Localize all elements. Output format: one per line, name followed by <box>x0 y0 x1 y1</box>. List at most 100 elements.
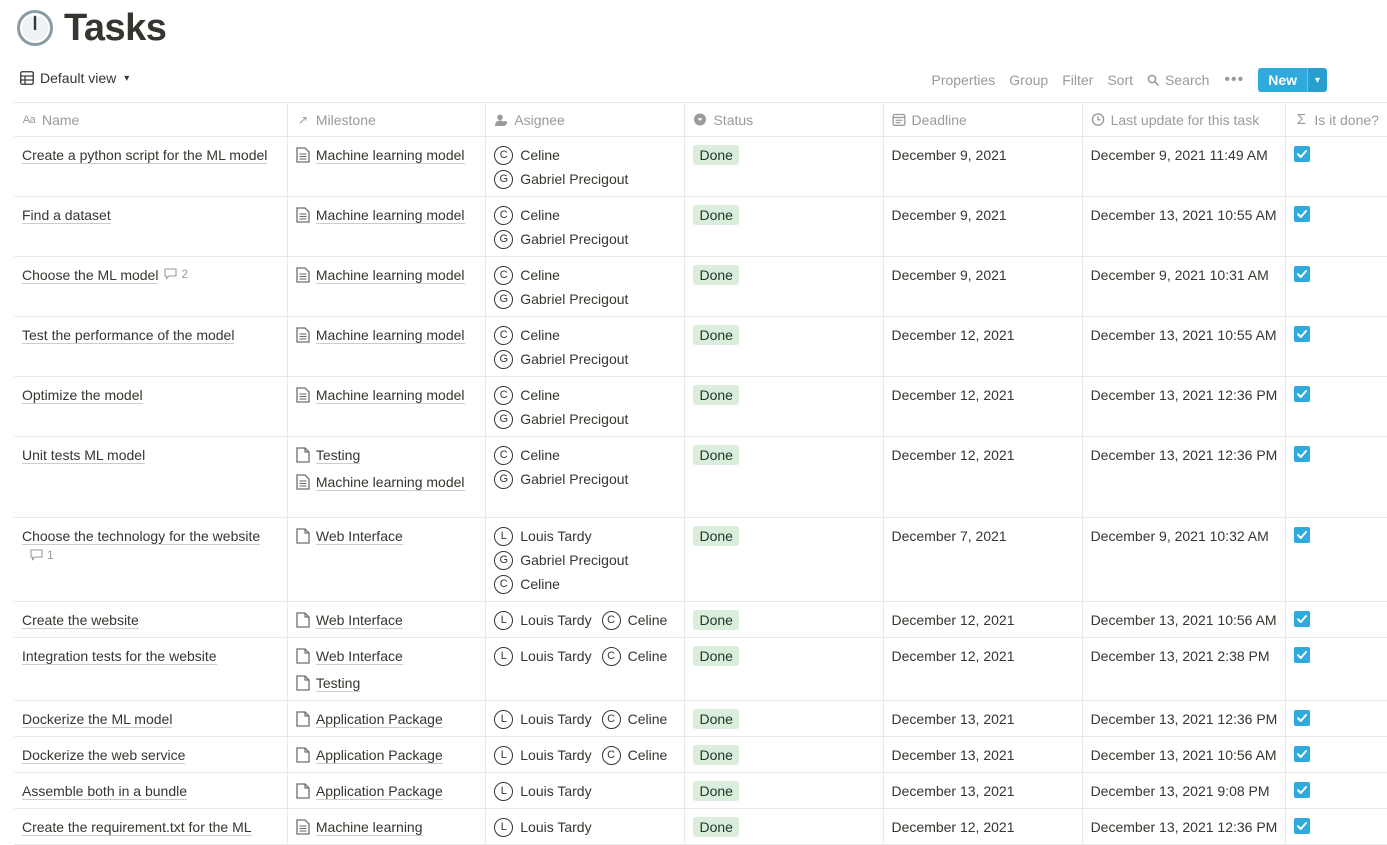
cell-deadline[interactable]: December 13, 2021 <box>883 736 1083 773</box>
task-name[interactable]: Choose the ML model <box>22 267 159 284</box>
cell-deadline[interactable]: December 13, 2021 <box>883 700 1083 737</box>
milestone-link[interactable]: Machine learning model <box>296 205 477 226</box>
more-options-icon[interactable]: ••• <box>1216 71 1252 89</box>
cell-deadline[interactable]: December 9, 2021 <box>883 196 1083 257</box>
task-name[interactable]: Unit tests ML model <box>22 447 146 464</box>
table-row[interactable]: Create a python script for the ML model M… <box>14 136 1387 197</box>
new-button[interactable]: New <box>1258 68 1307 92</box>
cell-status[interactable]: Done <box>684 772 884 809</box>
milestone-link[interactable]: Testing <box>296 673 477 694</box>
milestone-link[interactable]: Machine learning model <box>296 385 477 406</box>
cell-name[interactable]: Assemble both in a bundle <box>14 772 288 809</box>
assignee-chip[interactable]: L Louis Tardy <box>494 526 592 547</box>
comment-count[interactable]: 1 <box>30 548 54 562</box>
table-row[interactable]: Dockerize the web service Application Pac… <box>14 736 1387 773</box>
column-header-assignee[interactable]: Asignee <box>485 102 686 137</box>
cell-deadline[interactable]: December 12, 2021 <box>883 436 1083 518</box>
cell-milestone[interactable]: Web Interface <box>287 517 487 602</box>
cell-status[interactable]: Done <box>684 316 884 377</box>
cell-assignee[interactable]: C Celine G Gabriel Precigout <box>485 376 686 437</box>
cell-status[interactable]: Done <box>684 637 884 701</box>
column-header-is-done[interactable]: Σ Is it done? <box>1285 102 1387 137</box>
assignee-chip[interactable]: C Celine <box>494 205 560 226</box>
assignee-chip[interactable]: G Gabriel Precigout <box>494 469 628 490</box>
cell-assignee[interactable]: L Louis Tardy G Gabriel Precigout C Celine <box>485 517 686 602</box>
cell-name[interactable]: Test the performance of the model <box>14 316 288 377</box>
assignee-chip[interactable]: C Celine <box>601 745 667 766</box>
assignee-chip[interactable]: L Louis Tardy <box>494 781 592 802</box>
cell-status[interactable]: Done <box>684 700 884 737</box>
assignee-chip[interactable]: C Celine <box>494 325 560 346</box>
table-row[interactable]: Find a dataset Machine learning model C Cel… <box>14 196 1387 257</box>
table-row[interactable]: Create the website Web Interface L Louis Ta… <box>14 601 1387 638</box>
assignee-chip[interactable]: G Gabriel Precigout <box>494 229 628 250</box>
cell-milestone[interactable]: Web Interface Testing <box>287 637 487 701</box>
cell-assignee[interactable]: C Celine G Gabriel Precigout <box>485 436 686 518</box>
milestone-link[interactable]: Web Interface <box>296 646 477 667</box>
properties-button[interactable]: Properties <box>924 72 1002 88</box>
cell-deadline[interactable]: December 12, 2021 <box>883 316 1083 377</box>
task-name[interactable]: Create the website <box>22 612 139 629</box>
cell-deadline[interactable]: December 12, 2021 <box>883 808 1083 845</box>
milestone-link[interactable]: Machine learning model <box>296 472 477 493</box>
cell-status[interactable]: Done <box>684 736 884 773</box>
cell-name[interactable]: Integration tests for the website <box>14 637 288 701</box>
assignee-chip[interactable]: C Celine <box>601 646 667 667</box>
task-name[interactable]: Test the performance of the model <box>22 327 235 344</box>
cell-deadline[interactable]: December 13, 2021 <box>883 772 1083 809</box>
assignee-chip[interactable]: C Celine <box>494 445 560 466</box>
assignee-chip[interactable]: L Louis Tardy <box>494 745 592 766</box>
cell-status[interactable]: Done <box>684 196 884 257</box>
search-button[interactable]: Search <box>1140 72 1216 88</box>
cell-milestone[interactable]: Machine learning model <box>287 136 487 197</box>
cell-assignee[interactable]: L Louis Tardy <box>485 808 686 845</box>
cell-assignee[interactable]: L Louis Tardy C Celine <box>485 601 686 638</box>
table-row[interactable]: Assemble both in a bundle Application Pac… <box>14 772 1387 809</box>
table-row[interactable]: Choose the ML model 2 Machine learning mod… <box>14 256 1387 317</box>
sort-button[interactable]: Sort <box>1100 72 1140 88</box>
milestone-link[interactable]: Web Interface <box>296 610 477 631</box>
assignee-chip[interactable]: G Gabriel Precigout <box>494 349 628 370</box>
assignee-chip[interactable]: G Gabriel Precigout <box>494 169 628 190</box>
cell-assignee[interactable]: C Celine G Gabriel Precigout <box>485 256 686 317</box>
column-header-name[interactable]: Aa Name <box>14 102 288 137</box>
assignee-chip[interactable]: L Louis Tardy <box>494 610 592 631</box>
milestone-link[interactable]: Machine learning model <box>296 145 477 166</box>
cell-name[interactable]: Choose the ML model 2 <box>14 256 288 317</box>
assignee-chip[interactable]: C Celine <box>601 709 667 730</box>
cell-status[interactable]: Done <box>684 601 884 638</box>
cell-assignee[interactable]: L Louis Tardy C Celine <box>485 736 686 773</box>
cell-milestone[interactable]: Web Interface <box>287 601 487 638</box>
assignee-chip[interactable]: G Gabriel Precigout <box>494 289 628 310</box>
cell-status[interactable]: Done <box>684 136 884 197</box>
cell-deadline[interactable]: December 12, 2021 <box>883 601 1083 638</box>
column-header-milestone[interactable]: ↗ Milestone <box>287 102 487 137</box>
comment-count[interactable]: 2 <box>164 267 188 281</box>
cell-deadline[interactable]: December 12, 2021 <box>883 376 1083 437</box>
table-row[interactable]: Optimize the model Machine learning model… <box>14 376 1387 437</box>
cell-milestone[interactable]: Machine learning <box>287 808 487 845</box>
view-selector[interactable]: Default view ▾ <box>20 70 129 86</box>
task-name[interactable]: Integration tests for the website <box>22 648 217 665</box>
milestone-link[interactable]: Machine learning model <box>296 325 477 346</box>
cell-milestone[interactable]: Machine learning model <box>287 256 487 317</box>
assignee-chip[interactable]: L Louis Tardy <box>494 646 592 667</box>
task-name[interactable]: Dockerize the web service <box>22 747 186 764</box>
task-name[interactable]: Optimize the model <box>22 387 143 404</box>
cell-status[interactable]: Done <box>684 256 884 317</box>
assignee-chip[interactable]: L Louis Tardy <box>494 709 592 730</box>
table-row[interactable]: Choose the technology for the website 1 We… <box>14 517 1387 602</box>
milestone-link[interactable]: Application Package <box>296 745 477 766</box>
cell-assignee[interactable]: C Celine G Gabriel Precigout <box>485 136 686 197</box>
cell-assignee[interactable]: L Louis Tardy C Celine <box>485 700 686 737</box>
assignee-chip[interactable]: G Gabriel Precigout <box>494 409 628 430</box>
cell-milestone[interactable]: Application Package <box>287 736 487 773</box>
task-name[interactable]: Assemble both in a bundle <box>22 783 187 800</box>
assignee-chip[interactable]: C Celine <box>494 574 560 595</box>
cell-status[interactable]: Done <box>684 376 884 437</box>
cell-name[interactable]: Dockerize the ML model <box>14 700 288 737</box>
milestone-link[interactable]: Machine learning <box>296 817 477 838</box>
cell-deadline[interactable]: December 7, 2021 <box>883 517 1083 602</box>
milestone-link[interactable]: Application Package <box>296 709 477 730</box>
cell-name[interactable]: Create the website <box>14 601 288 638</box>
